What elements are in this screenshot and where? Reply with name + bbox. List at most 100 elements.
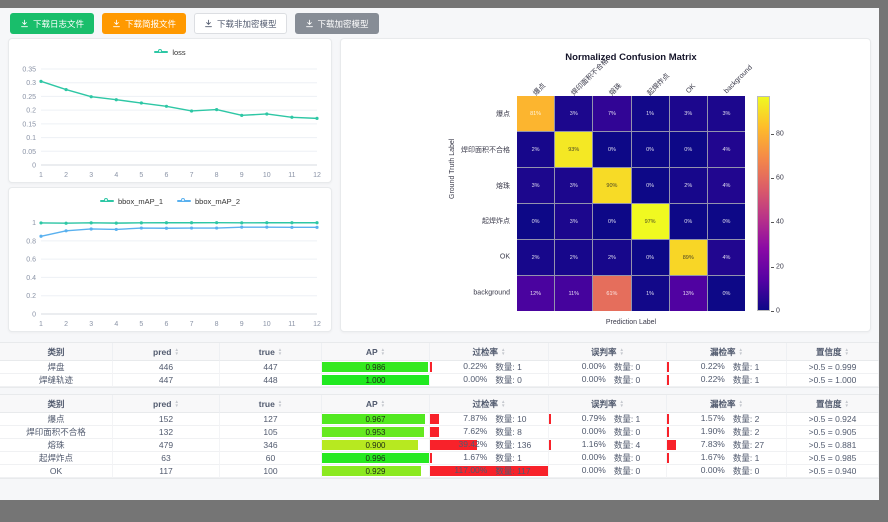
download-button-3[interactable]: 下载加密模型: [295, 13, 379, 34]
rate-cell: 0.22%数量: 1: [667, 361, 787, 374]
svg-text:10: 10: [263, 321, 271, 328]
cm-cell-5-2: 61%: [593, 276, 630, 311]
rate-cell: 1.90%数量: 2: [667, 426, 787, 439]
column-header[interactable]: 误判率▲▼: [549, 395, 667, 413]
cm-cell-0-2: 7%: [593, 96, 630, 131]
sort-icon[interactable]: ▲▼: [174, 348, 178, 355]
true-cell: 100: [220, 465, 322, 478]
rate-count: 数量: 1: [491, 452, 548, 464]
sort-icon[interactable]: ▲▼: [739, 348, 743, 355]
rate-count: 数量: 0: [610, 426, 666, 438]
cm-row-label: 焊印面积不合格: [461, 145, 510, 155]
column-header[interactable]: 误判率▲▼: [549, 343, 667, 361]
true-cell: 60: [220, 452, 322, 465]
button-label: 下载日志文件: [33, 18, 84, 30]
column-header[interactable]: true▲▼: [220, 343, 322, 361]
charts-row: loss 00.050.10.150.20.250.30.35123456789…: [0, 38, 879, 332]
sort-icon[interactable]: ▲▼: [174, 400, 178, 407]
column-header[interactable]: 置信度▲▼: [787, 343, 879, 361]
svg-text:4: 4: [114, 321, 118, 328]
toolbar: 下载日志文件 下载简报文件下载非加密模型下载加密模型: [0, 8, 879, 38]
rate-count: 数量: 0: [610, 374, 666, 386]
sort-icon[interactable]: ▲▼: [381, 348, 385, 355]
rate-percent: 0.00%: [430, 374, 491, 386]
column-header-label: 置信度: [816, 346, 842, 358]
rate-cell: 39.42%数量: 136: [430, 439, 549, 452]
class-cell: 爆点: [0, 413, 113, 426]
svg-text:8: 8: [215, 172, 219, 179]
loss-chart[interactable]: 00.050.10.150.20.250.30.3512345678910111…: [9, 61, 331, 181]
sort-icon[interactable]: ▲▼: [845, 348, 849, 355]
sort-icon[interactable]: ▲▼: [620, 400, 624, 407]
confusion-matrix-xlabel: Prediction Label: [517, 319, 745, 326]
rate-cell: 0.00%数量: 0: [549, 426, 667, 439]
table-row: 焊盘4464470.9860.22%数量: 10.00%数量: 00.22%数量…: [0, 361, 879, 374]
column-header[interactable]: 置信度▲▼: [787, 395, 879, 413]
rate-cell: 7.62%数量: 8: [430, 426, 549, 439]
cm-cell-1-2: 0%: [593, 132, 630, 167]
download-button-0[interactable]: 下载日志文件: [10, 13, 94, 34]
sort-icon[interactable]: ▲▼: [278, 348, 282, 355]
sort-icon[interactable]: ▲▼: [381, 400, 385, 407]
download-button-1[interactable]: 下载简报文件: [102, 13, 186, 34]
column-header-label: 误判率: [591, 346, 617, 358]
loss-chart-card: loss 00.050.10.150.20.250.30.35123456789…: [8, 38, 332, 183]
legend-item-loss[interactable]: loss: [154, 48, 185, 57]
svg-text:6: 6: [165, 321, 169, 328]
confidence-cell: >0.5 = 0.940: [787, 465, 879, 478]
download-button-2[interactable]: 下载非加密模型: [194, 13, 287, 34]
sort-icon[interactable]: ▲▼: [845, 400, 849, 407]
cm-cell-1-4: 0%: [670, 132, 707, 167]
svg-text:1: 1: [39, 321, 43, 328]
rate-count: 数量: 0: [610, 452, 666, 464]
cm-cell-0-3: 1%: [632, 96, 669, 131]
cm-cell-4-4: 89%: [670, 240, 707, 275]
rate-percent: 1.67%: [667, 452, 729, 464]
ap-value: 0.929: [365, 467, 385, 476]
cm-cell-5-3: 1%: [632, 276, 669, 311]
cm-cell-2-2: 90%: [593, 168, 630, 203]
svg-text:0.35: 0.35: [22, 67, 36, 74]
column-header[interactable]: 漏检率▲▼: [667, 395, 787, 413]
cm-cell-4-2: 2%: [593, 240, 630, 275]
rate-percent: 0.79%: [549, 413, 610, 425]
table-row: 起焊炸点63600.9961.67%数量: 10.00%数量: 01.67%数量…: [0, 452, 879, 465]
column-header[interactable]: AP▲▼: [322, 395, 430, 413]
sort-icon[interactable]: ▲▼: [278, 400, 282, 407]
legend-item-bbox_mAP_2[interactable]: bbox_mAP_2: [177, 197, 240, 206]
svg-text:3: 3: [89, 172, 93, 179]
column-header[interactable]: 类别: [0, 343, 113, 361]
legend-item-bbox_mAP_1[interactable]: bbox_mAP_1: [100, 197, 163, 206]
svg-text:7: 7: [190, 172, 194, 179]
confusion-matrix-ylabel: Ground Truth Label: [449, 139, 456, 199]
sort-icon[interactable]: ▲▼: [501, 400, 505, 407]
column-header-label: 置信度: [816, 398, 842, 410]
map-chart[interactable]: 00.20.40.60.81123456789101112: [9, 210, 331, 330]
svg-text:9: 9: [240, 321, 244, 328]
column-header[interactable]: pred▲▼: [113, 395, 220, 413]
column-header[interactable]: pred▲▼: [113, 343, 220, 361]
pred-cell: 446: [113, 361, 220, 374]
column-header[interactable]: true▲▼: [220, 395, 322, 413]
sort-icon[interactable]: ▲▼: [620, 348, 624, 355]
svg-text:6: 6: [165, 172, 169, 179]
rate-percent: 7.87%: [430, 413, 491, 425]
cm-cell-2-5: 4%: [708, 168, 745, 203]
column-header[interactable]: 漏检率▲▼: [667, 343, 787, 361]
confusion-matrix-grid[interactable]: 81%3%7%1%3%3%2%93%0%0%0%4%3%3%90%0%2%4%0…: [517, 96, 745, 311]
column-header[interactable]: AP▲▼: [322, 343, 430, 361]
table-row: 熔珠4793460.90039.42%数量: 1361.16%数量: 47.83…: [0, 439, 879, 452]
legend-label: bbox_mAP_2: [195, 197, 240, 206]
rate-count: 数量: 10: [491, 413, 548, 425]
column-header[interactable]: 类别: [0, 395, 113, 413]
loss-chart-legend: loss: [9, 43, 331, 61]
column-header[interactable]: 过检率▲▼: [430, 395, 549, 413]
sort-icon[interactable]: ▲▼: [501, 348, 505, 355]
rate-cell: 0.22%数量: 1: [430, 361, 549, 374]
svg-text:1: 1: [39, 172, 43, 179]
column-header[interactable]: 过检率▲▼: [430, 343, 549, 361]
sort-icon[interactable]: ▲▼: [739, 400, 743, 407]
svg-text:12: 12: [313, 321, 321, 328]
confidence-cell: >0.5 = 0.985: [787, 452, 879, 465]
ap-value: 0.900: [365, 441, 385, 450]
